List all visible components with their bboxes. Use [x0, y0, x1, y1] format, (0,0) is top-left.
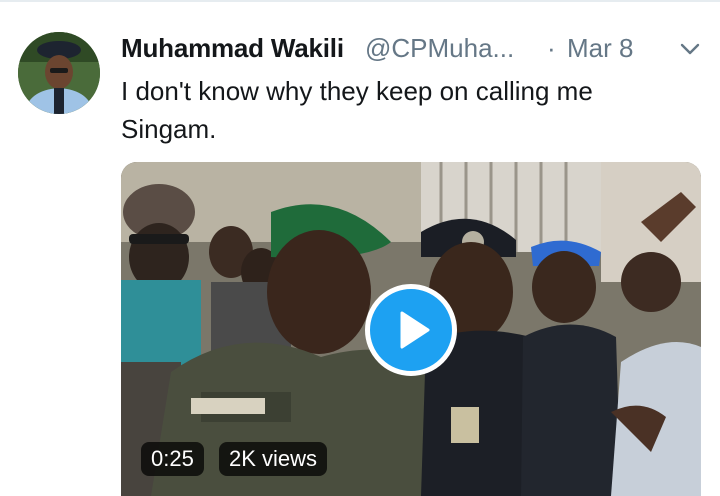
avatar[interactable] — [18, 32, 100, 114]
chevron-down-icon[interactable] — [679, 38, 701, 60]
tweet-text: I don't know why they keep on calling me… — [121, 76, 593, 144]
tweet-date[interactable]: Mar 8 — [567, 33, 633, 64]
video-duration: 0:25 — [141, 442, 204, 476]
author-handle[interactable]: @CPMuha... — [365, 33, 514, 64]
author-name[interactable]: Muhammad Wakili — [121, 33, 344, 64]
tweet-header: Muhammad Wakili @CPMuha... · Mar 8 — [121, 30, 706, 70]
separator-dot: · — [547, 33, 556, 63]
view-count: 2K views — [219, 442, 328, 476]
video-player[interactable]: 0:25 2K views — [121, 162, 701, 496]
divider — [0, 0, 720, 2]
play-icon — [400, 311, 430, 349]
play-button[interactable] — [365, 284, 457, 376]
avatar-image — [18, 32, 100, 114]
